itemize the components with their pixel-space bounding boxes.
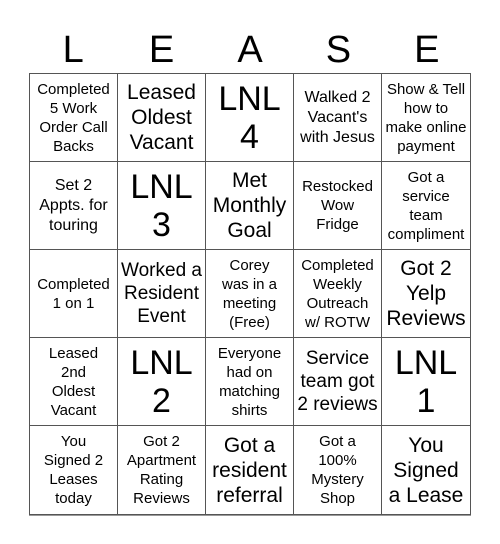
bingo-cell-text: Walked 2 Vacant's with Jesus [300, 88, 375, 146]
bingo-cell[interactable]: Restocked Wow Fridge [294, 162, 382, 250]
bingo-cell-text: Leased 2nd Oldest Vacant [48, 344, 99, 419]
bingo-cell[interactable]: LNL 1 [382, 338, 470, 426]
header-letter: E [148, 29, 175, 71]
bingo-cell-text: You Signed 2 Leases today [43, 433, 104, 507]
bingo-cell-text: Got 2 Apartment Rating Reviews [126, 433, 197, 507]
bingo-cell[interactable]: You Signed a Lease [382, 426, 470, 514]
bingo-cell[interactable]: Walked 2 Vacant's with Jesus [294, 74, 382, 162]
bingo-header: L E A S E [29, 26, 471, 74]
bingo-cell-text: Got a resident referral [212, 433, 287, 507]
bingo-cell-text: Set 2 Appts. for touring [39, 176, 108, 234]
bingo-cell[interactable]: Worked a Resident Event [118, 250, 206, 338]
header-letter: L [62, 29, 84, 71]
bingo-cell[interactable]: Leased 2nd Oldest Vacant [30, 338, 118, 426]
bingo-board: Completed 5 Work Order Call Backs Leased … [29, 73, 471, 515]
bingo-cell-text: Restocked Wow Fridge [302, 178, 373, 233]
bingo-cell[interactable]: Completed Weekly Outreach w/ ROTW [294, 250, 382, 338]
bingo-cell[interactable]: Got 2 Yelp Reviews [382, 250, 470, 338]
bingo-cell-text: LNL 3 [130, 167, 193, 244]
bingo-cell[interactable]: Leased Oldest Vacant [118, 74, 206, 162]
bingo-cell-text: Completed 5 Work Order Call Backs [37, 80, 110, 155]
bingo-cell[interactable]: Met Monthly Goal [206, 162, 294, 250]
bingo-cell[interactable]: Completed 1 on 1 [30, 250, 118, 338]
bingo-cell-text: Got a service team compliment [387, 168, 465, 243]
bingo-cell-text: Got 2 Yelp Reviews [386, 257, 466, 330]
bingo-cell-text: Leased Oldest Vacant [127, 81, 196, 154]
bingo-cell[interactable]: LNL 3 [118, 162, 206, 250]
bingo-cell-text: Service team got 2 reviews [297, 348, 378, 415]
bingo-cell-text: LNL 1 [394, 343, 458, 420]
bingo-cell-text: Met Monthly Goal [212, 169, 287, 242]
bingo-cell-text: LNL 4 [218, 79, 281, 156]
bingo-cell[interactable]: Got a service team compliment [382, 162, 470, 250]
header-letter: S [325, 29, 352, 71]
bingo-cell[interactable]: Show & Tell how to make online payment [382, 74, 470, 162]
bingo-cell[interactable]: LNL 2 [118, 338, 206, 426]
bingo-cell[interactable]: You Signed 2 Leases today [30, 426, 118, 514]
header-letter: A [237, 29, 263, 71]
bingo-cell[interactable]: Got a 100% Mystery Shop [294, 426, 382, 514]
bingo-cell[interactable]: Corey was in a meeting (Free) [206, 250, 294, 338]
bingo-cell-text: Corey was in a meeting (Free) [221, 256, 278, 331]
bingo-cell-text: Show & Tell how to make online payment [385, 80, 467, 155]
bingo-cell-text: Completed Weekly Outreach w/ ROTW [301, 256, 374, 331]
bingo-cell[interactable]: Completed 5 Work Order Call Backs [30, 74, 118, 162]
bingo-cell-text: LNL 2 [130, 343, 193, 420]
bingo-cell-text: Everyone had on matching shirts [217, 344, 282, 419]
bingo-cell-text: Completed 1 on 1 [37, 275, 110, 312]
bingo-cell-text: You Signed a Lease [388, 433, 464, 507]
bingo-cell[interactable]: Set 2 Appts. for touring [30, 162, 118, 250]
bingo-cell[interactable]: Got 2 Apartment Rating Reviews [118, 426, 206, 514]
bingo-cell[interactable]: Service team got 2 reviews [294, 338, 382, 426]
bingo-cell[interactable]: Everyone had on matching shirts [206, 338, 294, 426]
header-letter: E [414, 29, 440, 71]
bingo-cell-text: Worked a Resident Event [121, 260, 202, 327]
bingo-cell[interactable]: Got a resident referral [206, 426, 294, 514]
bingo-cell-text: Got a 100% Mystery Shop [311, 433, 364, 507]
bingo-cell[interactable]: LNL 4 [206, 74, 294, 162]
